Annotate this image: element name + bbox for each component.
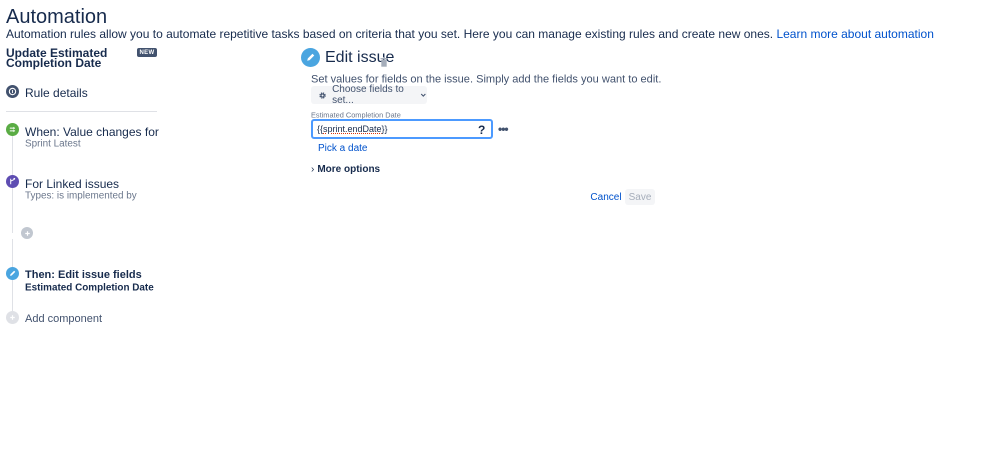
page-description-text: Automation rules allow you to automate r… xyxy=(6,27,774,41)
chevron-right-icon: › xyxy=(311,164,315,175)
page-description: Automation rules allow you to automate r… xyxy=(6,27,934,41)
pick-date-link[interactable]: Pick a date xyxy=(318,143,367,154)
branch-step-title[interactable]: For Linked issues xyxy=(25,177,119,191)
rule-name: Update Estimated Completion Date xyxy=(6,46,108,70)
trigger-icon[interactable] xyxy=(6,123,19,136)
plus-icon[interactable] xyxy=(21,227,33,239)
field-label: Estimated Completion Date xyxy=(311,110,401,120)
flow-line xyxy=(12,280,13,312)
help-icon[interactable]: ? xyxy=(478,123,485,137)
gear-icon xyxy=(319,91,326,99)
flow-line xyxy=(12,136,13,176)
info-icon[interactable] xyxy=(6,85,19,98)
choose-fields-label: Choose fields to set... xyxy=(332,84,404,106)
action-step-subtitle: Estimated Completion Date xyxy=(25,282,154,294)
rule-divider xyxy=(6,111,157,112)
add-component-button[interactable]: Add component xyxy=(25,313,102,325)
choose-fields-button[interactable]: Choose fields to set... xyxy=(311,84,427,106)
more-options-label: More options xyxy=(317,164,381,175)
save-button[interactable]: Save xyxy=(625,189,655,205)
page-title: Automation xyxy=(6,6,108,28)
branch-step-subtitle: Types: is implemented by xyxy=(25,190,137,202)
learn-more-link[interactable]: Learn more about automation xyxy=(776,27,933,41)
pencil-icon xyxy=(301,48,320,67)
field-value: {{sprint.endDate}} xyxy=(317,124,388,134)
more-options-icon[interactable]: ••• xyxy=(498,122,509,136)
chevron-down-icon xyxy=(421,93,427,97)
rule-details-item[interactable]: Rule details xyxy=(25,86,88,100)
pencil-icon[interactable] xyxy=(6,267,19,280)
trigger-step-subtitle: Sprint Latest xyxy=(25,138,81,150)
cancel-button[interactable]: Cancel xyxy=(590,189,622,205)
action-step-title[interactable]: Then: Edit issue fields xyxy=(25,269,142,281)
estimated-completion-date-input[interactable]: {{sprint.endDate}} xyxy=(311,119,493,139)
new-badge: NEW xyxy=(137,48,157,57)
more-options-toggle[interactable]: › More options xyxy=(311,164,380,175)
flow-line xyxy=(12,188,13,233)
branch-icon[interactable] xyxy=(6,175,19,188)
trash-icon[interactable] xyxy=(380,54,388,67)
trigger-step-title[interactable]: When: Value changes for xyxy=(25,125,159,139)
plus-icon[interactable] xyxy=(6,311,19,324)
